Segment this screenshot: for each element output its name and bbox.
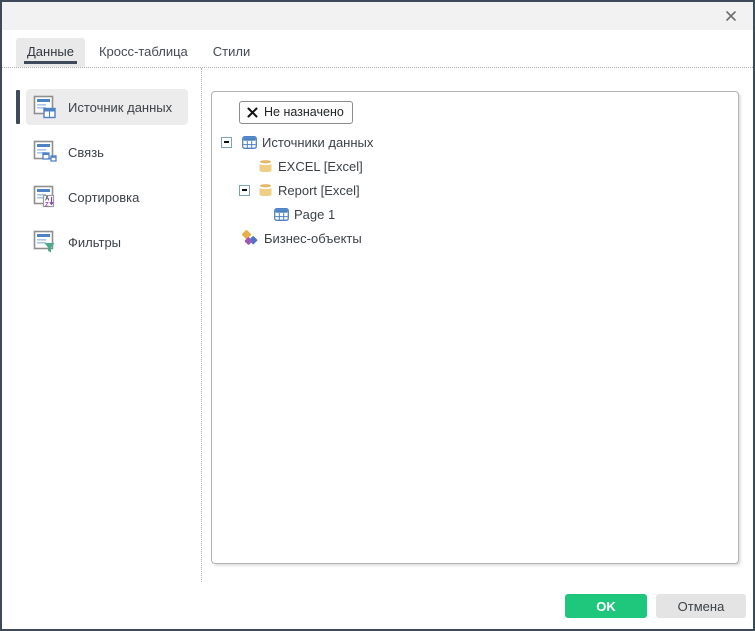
- main-content: Не назначено: [202, 68, 753, 629]
- collapse-icon[interactable]: [221, 137, 232, 148]
- tree-node-page1[interactable]: Page 1: [274, 202, 738, 226]
- relation-icon: [32, 139, 58, 165]
- tree-node-label: Page 1: [294, 207, 335, 222]
- database-icon: [258, 159, 273, 173]
- tree-node-label: Report [Excel]: [278, 183, 360, 198]
- sidebar-item-sorting[interactable]: A Z Сортировка: [26, 179, 188, 215]
- tab-bar: Данные Кросс-таблица Стили: [2, 30, 753, 68]
- tree-node-label: Бизнес-объекты: [264, 231, 362, 246]
- table-icon: [274, 208, 289, 221]
- collapse-icon[interactable]: [239, 185, 250, 196]
- filter-icon: [32, 229, 58, 255]
- table-icon: [242, 136, 257, 149]
- business-objects-icon: [241, 230, 259, 247]
- svg-text:Z: Z: [45, 203, 49, 209]
- tree-node-data-sources[interactable]: Источники данных: [212, 130, 738, 154]
- tab-crosstab[interactable]: Кросс-таблица: [88, 38, 199, 67]
- cancel-button[interactable]: Отмена: [656, 594, 746, 618]
- x-icon: [247, 107, 258, 118]
- tree-node-business-objects[interactable]: Бизнес-объекты: [241, 226, 738, 250]
- data-source-tree: Источники данных EXCEL [Excel]: [212, 130, 738, 250]
- data-source-tree-panel: Не назначено: [211, 91, 739, 564]
- sidebar-item-label: Сортировка: [68, 190, 139, 205]
- unassigned-label: Не назначено: [264, 105, 344, 119]
- tree-node-report[interactable]: Report [Excel]: [212, 178, 738, 202]
- footer: OK Отмена: [202, 594, 753, 618]
- sidebar-item-relation[interactable]: Связь: [26, 134, 188, 170]
- title-bar: [2, 2, 753, 30]
- database-icon: [258, 183, 273, 197]
- sort-icon: A Z: [32, 184, 58, 210]
- data-source-icon: [32, 94, 58, 120]
- crosstab-settings-dialog: Данные Кросс-таблица Стили: [0, 0, 755, 631]
- ok-button[interactable]: OK: [565, 594, 647, 618]
- sidebar-item-label: Фильтры: [68, 235, 121, 250]
- sidebar-item-label: Связь: [68, 145, 104, 160]
- tree-node-label: Источники данных: [262, 135, 373, 150]
- sidebar: Источник данных Связ: [2, 68, 202, 582]
- tree-node-excel[interactable]: EXCEL [Excel]: [258, 154, 738, 178]
- sidebar-item-filters[interactable]: Фильтры: [26, 224, 188, 260]
- unassigned-button[interactable]: Не назначено: [239, 101, 353, 124]
- sidebar-item-data-source[interactable]: Источник данных: [26, 89, 188, 125]
- dialog-body: Источник данных Связ: [2, 68, 753, 629]
- tree-node-label: EXCEL [Excel]: [278, 159, 363, 174]
- sidebar-item-label: Источник данных: [68, 100, 172, 115]
- tab-styles[interactable]: Стили: [202, 38, 261, 67]
- tab-data[interactable]: Данные: [16, 38, 85, 67]
- close-icon[interactable]: [723, 8, 739, 24]
